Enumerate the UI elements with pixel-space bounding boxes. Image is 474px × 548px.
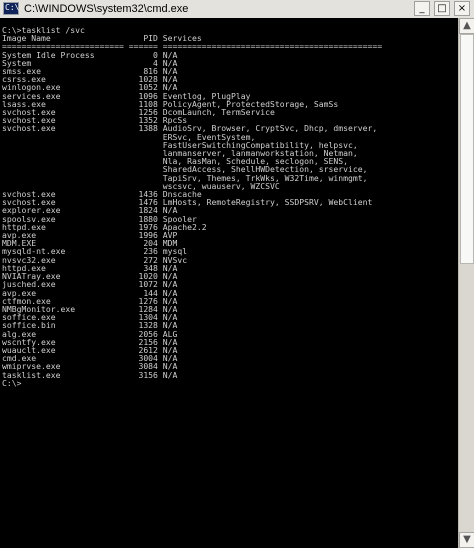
scroll-up-button[interactable]: ▲ (459, 18, 474, 34)
maximize-button[interactable]: □ (434, 1, 450, 16)
cmd-icon[interactable]: C:\ (3, 2, 19, 15)
cmd-window: C:\ C:\WINDOWS\system32\cmd.exe _ □ × C:… (0, 0, 474, 548)
console-line: C:\> (2, 377, 22, 388)
title-bar[interactable]: C:\ C:\WINDOWS\system32\cmd.exe _ □ × (0, 0, 474, 18)
window-title: C:\WINDOWS\system32\cmd.exe (24, 3, 189, 15)
cmd-icon-label: C:\ (5, 3, 20, 12)
minimize-button[interactable]: _ (414, 1, 430, 16)
scroll-thumb[interactable] (460, 34, 474, 264)
close-button[interactable]: × (454, 1, 470, 16)
console-line: tasklist.exe 3156 N/A (2, 369, 178, 380)
console-output[interactable]: C:\>tasklist /svc Image Name PID Service… (0, 18, 458, 548)
scroll-down-button[interactable]: ▼ (459, 532, 474, 548)
vertical-scrollbar[interactable]: ▲ ▼ (458, 18, 474, 548)
